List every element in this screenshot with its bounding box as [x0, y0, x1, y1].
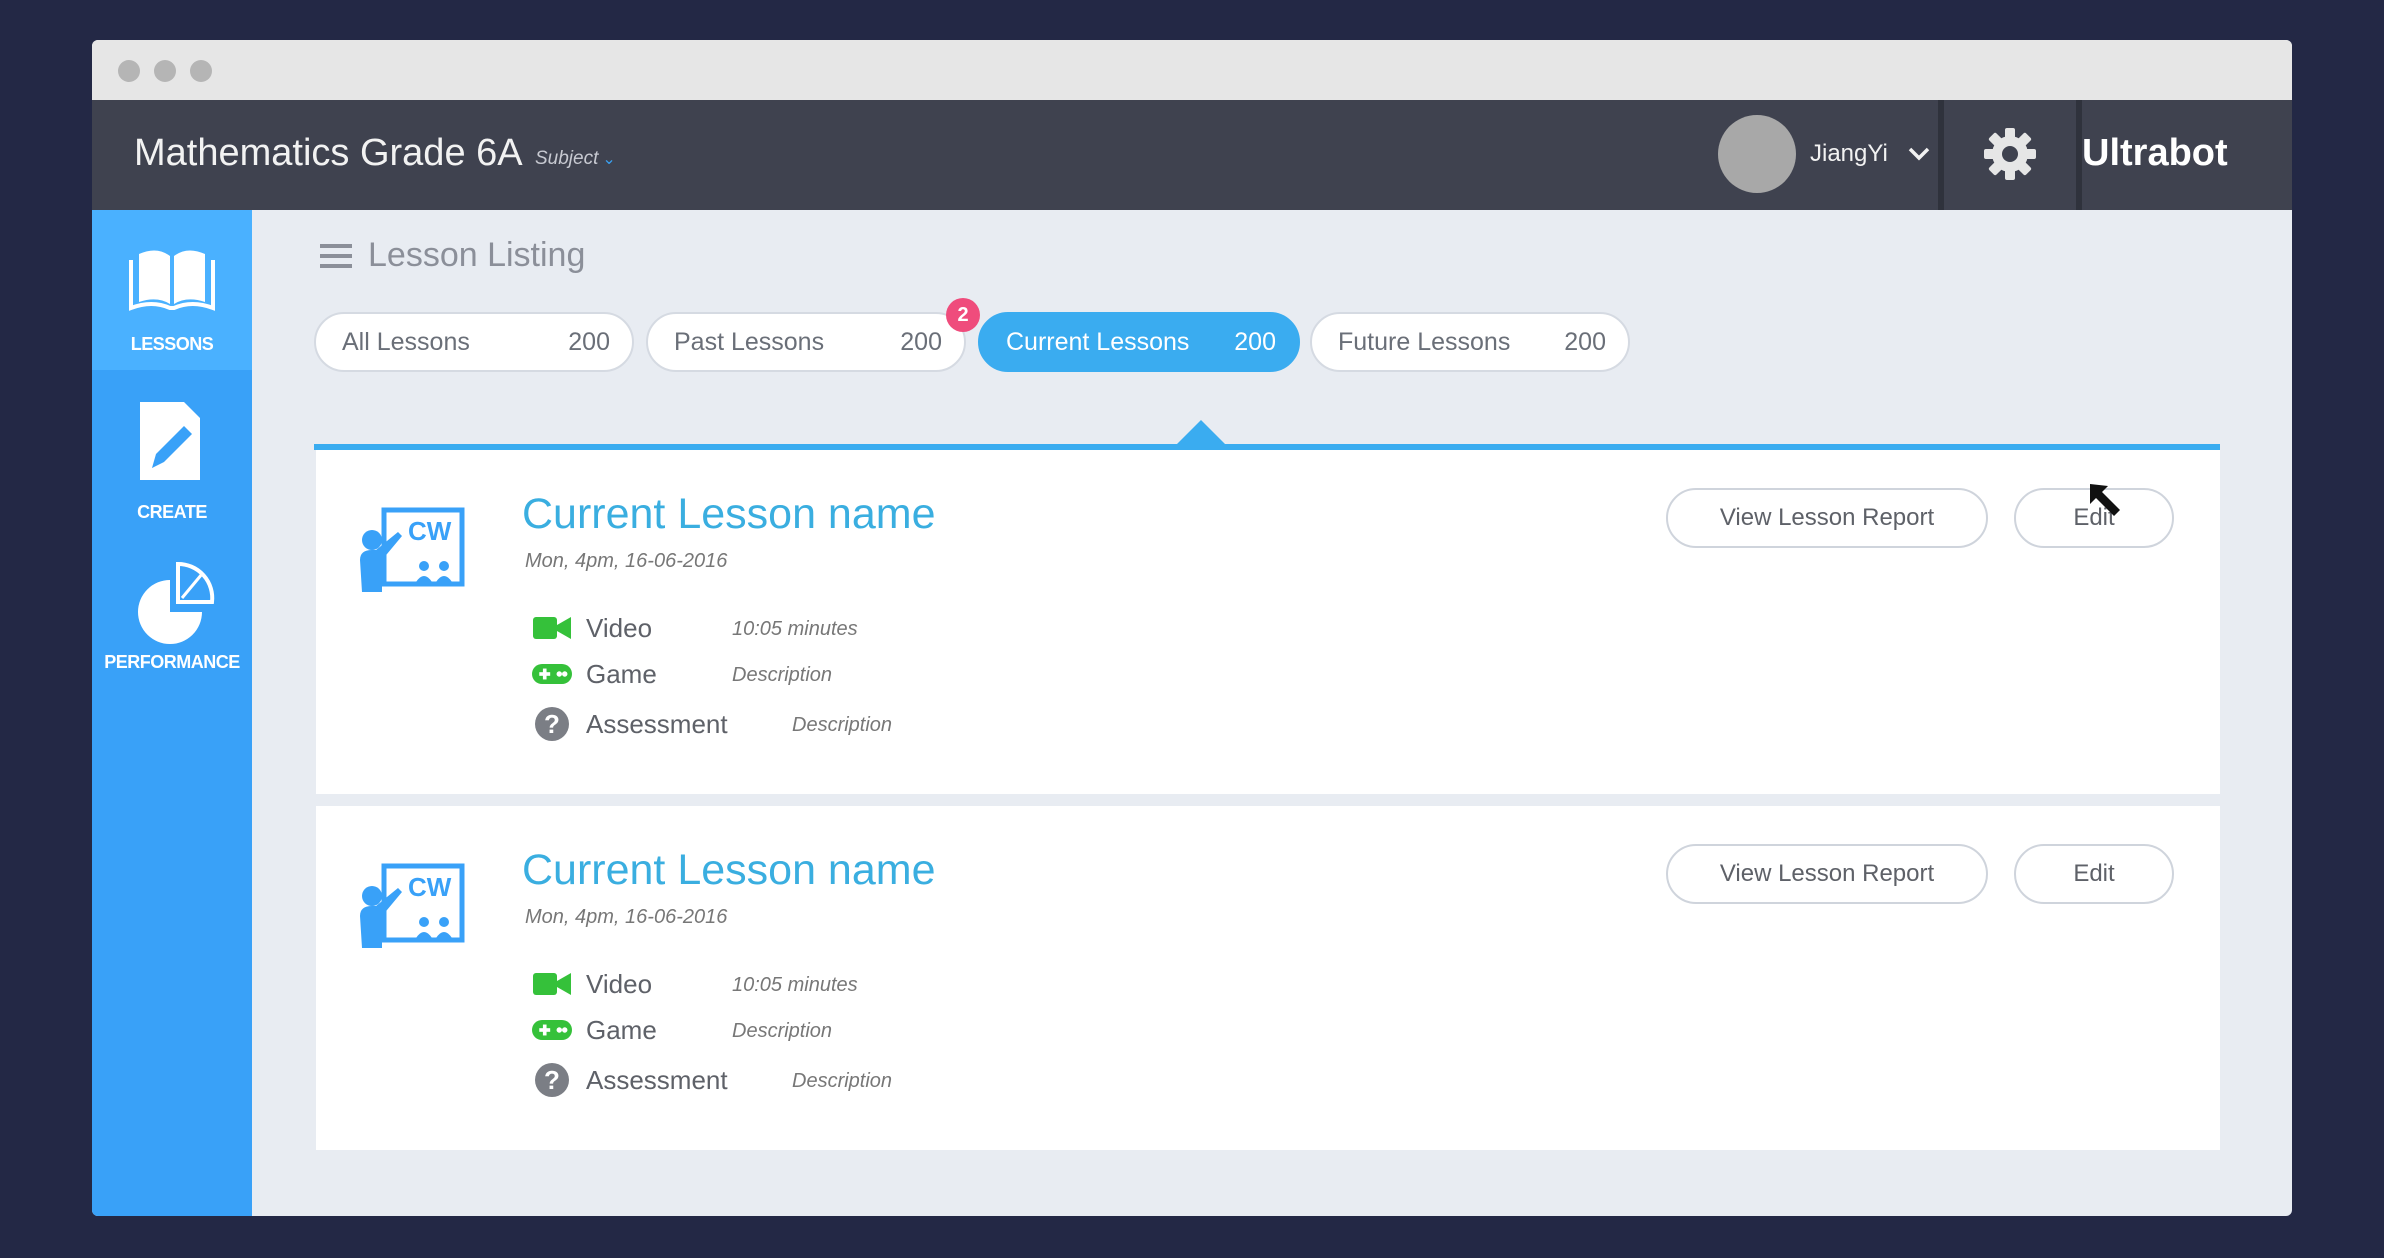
avatar[interactable]: [1718, 115, 1796, 193]
video-camera-icon: [532, 964, 572, 1004]
item-label: Assessment: [586, 1064, 728, 1095]
sidebar-item-label: LESSONS: [130, 334, 214, 354]
sidebar-item-lessons[interactable]: LESSONS: [92, 210, 252, 370]
lesson-item-game: Game Description: [532, 1010, 832, 1050]
page-title: Lesson Listing: [368, 236, 586, 274]
question-mark-icon: ?: [532, 1060, 572, 1100]
chevron-down-icon: ⌄: [602, 151, 616, 168]
lesson-card: CW Current Lesson name Mon, 4pm, 16-06-2…: [316, 806, 2220, 1150]
active-tab-pointer: [1177, 420, 1225, 444]
lesson-item-video: Video 10:05 minutes: [532, 964, 858, 1004]
lesson-item-game: Game Description: [532, 654, 832, 694]
subject-dropdown-label: Subject: [535, 148, 599, 169]
item-label: Video: [586, 612, 653, 643]
gamepad-icon: [532, 654, 572, 694]
tab-label: Current Lessons: [1006, 327, 1190, 356]
item-description: 10:05 minutes: [732, 618, 858, 640]
window-close-dot[interactable]: [118, 60, 140, 82]
pencil-icon: [140, 402, 200, 480]
lesson-item-video: Video 10:05 minutes: [532, 608, 858, 648]
tab-count: 200: [568, 327, 610, 356]
top-bar: Mathematics Grade 6A Subject ⌄ JiangYi U…: [92, 100, 2292, 210]
svg-text:?: ?: [544, 709, 560, 739]
topbar-divider: [1938, 100, 1944, 210]
lesson-date: Mon, 4pm, 16-06-2016: [525, 906, 728, 928]
lesson-item-assessment: ? Assessment Description: [532, 704, 892, 744]
sidebar-item-performance[interactable]: PERFORMANCE: [92, 550, 252, 710]
item-description: Description: [732, 1020, 833, 1042]
user-menu[interactable]: JiangYi: [1718, 114, 1930, 194]
question-mark-icon: ?: [532, 704, 572, 744]
tab-label: Future Lessons: [1338, 327, 1511, 356]
icon-label: CW: [408, 516, 452, 546]
brand-logo: Ultrabot: [2082, 132, 2228, 174]
item-description: Description: [792, 714, 893, 736]
item-description: Description: [792, 1070, 893, 1092]
tab-current-lessons[interactable]: Current Lessons 200: [978, 312, 1300, 372]
notification-badge: 2: [946, 298, 980, 332]
mouse-cursor-icon: [2090, 484, 2120, 516]
item-description: 10:05 minutes: [732, 974, 858, 996]
tab-all-lessons[interactable]: All Lessons 200: [314, 312, 634, 372]
window-minimize-dot[interactable]: [154, 60, 176, 82]
classwork-icon: CW: [360, 507, 465, 592]
sidebar-item-label: PERFORMANCE: [104, 652, 240, 672]
svg-text:?: ?: [544, 1065, 560, 1095]
gear-icon[interactable]: [1980, 124, 2040, 184]
browser-window: Mathematics Grade 6A Subject ⌄ JiangYi U…: [92, 40, 2292, 1216]
lesson-card: CW Current Lesson name Mon, 4pm, 16-06-2…: [316, 450, 2220, 794]
item-label: Assessment: [586, 708, 728, 739]
sidebar-item-create[interactable]: CREATE: [92, 380, 252, 540]
lesson-date: Mon, 4pm, 16-06-2016: [525, 550, 728, 572]
window-maximize-dot[interactable]: [190, 60, 212, 82]
lesson-item-assessment: ? Assessment Description: [532, 1060, 892, 1100]
app-title: Mathematics Grade 6A: [134, 132, 523, 174]
sidebar: LESSONS CREATE PERFORMANCE: [92, 210, 252, 1216]
subject-dropdown[interactable]: Subject ⌄: [535, 148, 616, 170]
tab-count: 200: [1234, 327, 1276, 356]
view-lesson-report-button[interactable]: View Lesson Report: [1666, 844, 1988, 904]
tab-count: 200: [1564, 327, 1606, 356]
chevron-down-icon[interactable]: [1908, 147, 1930, 161]
lesson-name[interactable]: Current Lesson name: [522, 846, 936, 895]
classwork-icon: CW: [360, 863, 465, 948]
item-description: Description: [732, 664, 833, 686]
hamburger-menu-icon[interactable]: [320, 242, 352, 270]
gamepad-icon: [532, 1010, 572, 1050]
item-label: Game: [586, 658, 657, 689]
view-lesson-report-button[interactable]: View Lesson Report: [1666, 488, 1988, 548]
user-name: JiangYi: [1810, 140, 1888, 167]
tab-count: 200: [900, 327, 942, 356]
tab-past-lessons[interactable]: Past Lessons 200 2: [646, 298, 980, 372]
book-icon: [129, 250, 215, 311]
tab-future-lessons[interactable]: Future Lessons 200: [1310, 312, 1630, 372]
icon-label: CW: [408, 872, 452, 902]
page-header: Lesson Listing: [320, 236, 585, 275]
item-label: Video: [586, 968, 653, 999]
tab-label: Past Lessons: [674, 327, 825, 356]
pie-chart-icon: [138, 561, 215, 644]
tab-label: All Lessons: [342, 327, 470, 356]
sidebar-item-label: CREATE: [137, 502, 207, 522]
item-label: Game: [586, 1014, 657, 1045]
lesson-name[interactable]: Current Lesson name: [522, 490, 936, 539]
video-camera-icon: [532, 608, 572, 648]
window-titlebar: [92, 40, 2292, 100]
edit-button[interactable]: Edit: [2014, 844, 2174, 904]
